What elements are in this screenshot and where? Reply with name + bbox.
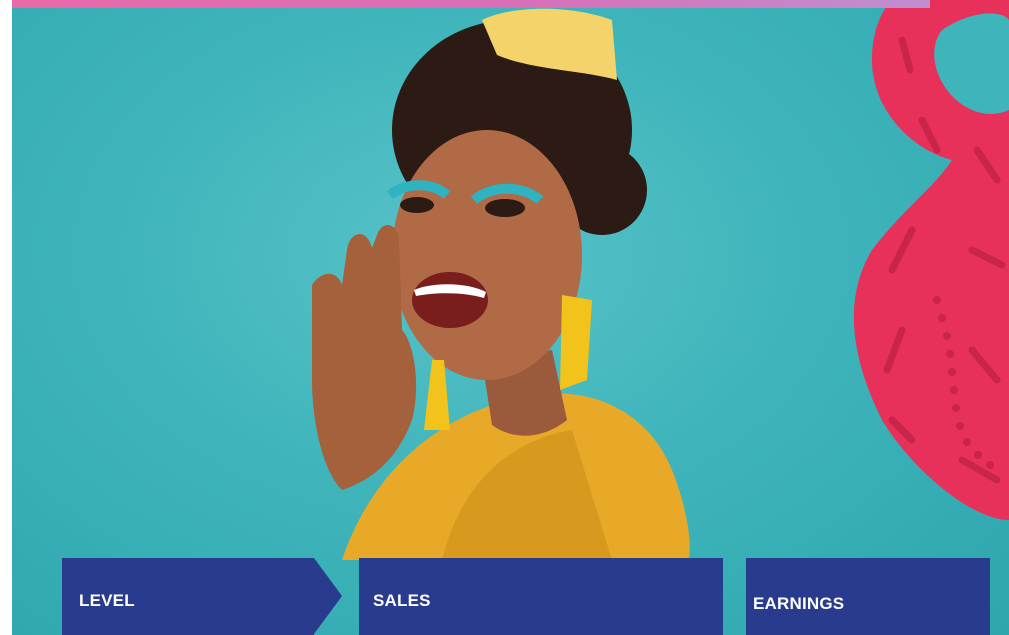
- hero-image: [12, 0, 1009, 635]
- decorative-swirl: [853, 0, 1009, 520]
- arrow-icon: [314, 558, 342, 634]
- level-label: LEVEL: [79, 591, 135, 610]
- top-accent-band: [12, 0, 930, 8]
- earnings-label: EARNINGS: [753, 594, 845, 613]
- level-card: LEVEL: [62, 558, 342, 635]
- sales-card: SALES: [359, 558, 723, 635]
- person-figure: [312, 8, 690, 560]
- hero-illustration: [312, 0, 1009, 560]
- earnings-card: EARNINGS: [746, 558, 990, 635]
- sales-label: SALES: [373, 591, 431, 610]
